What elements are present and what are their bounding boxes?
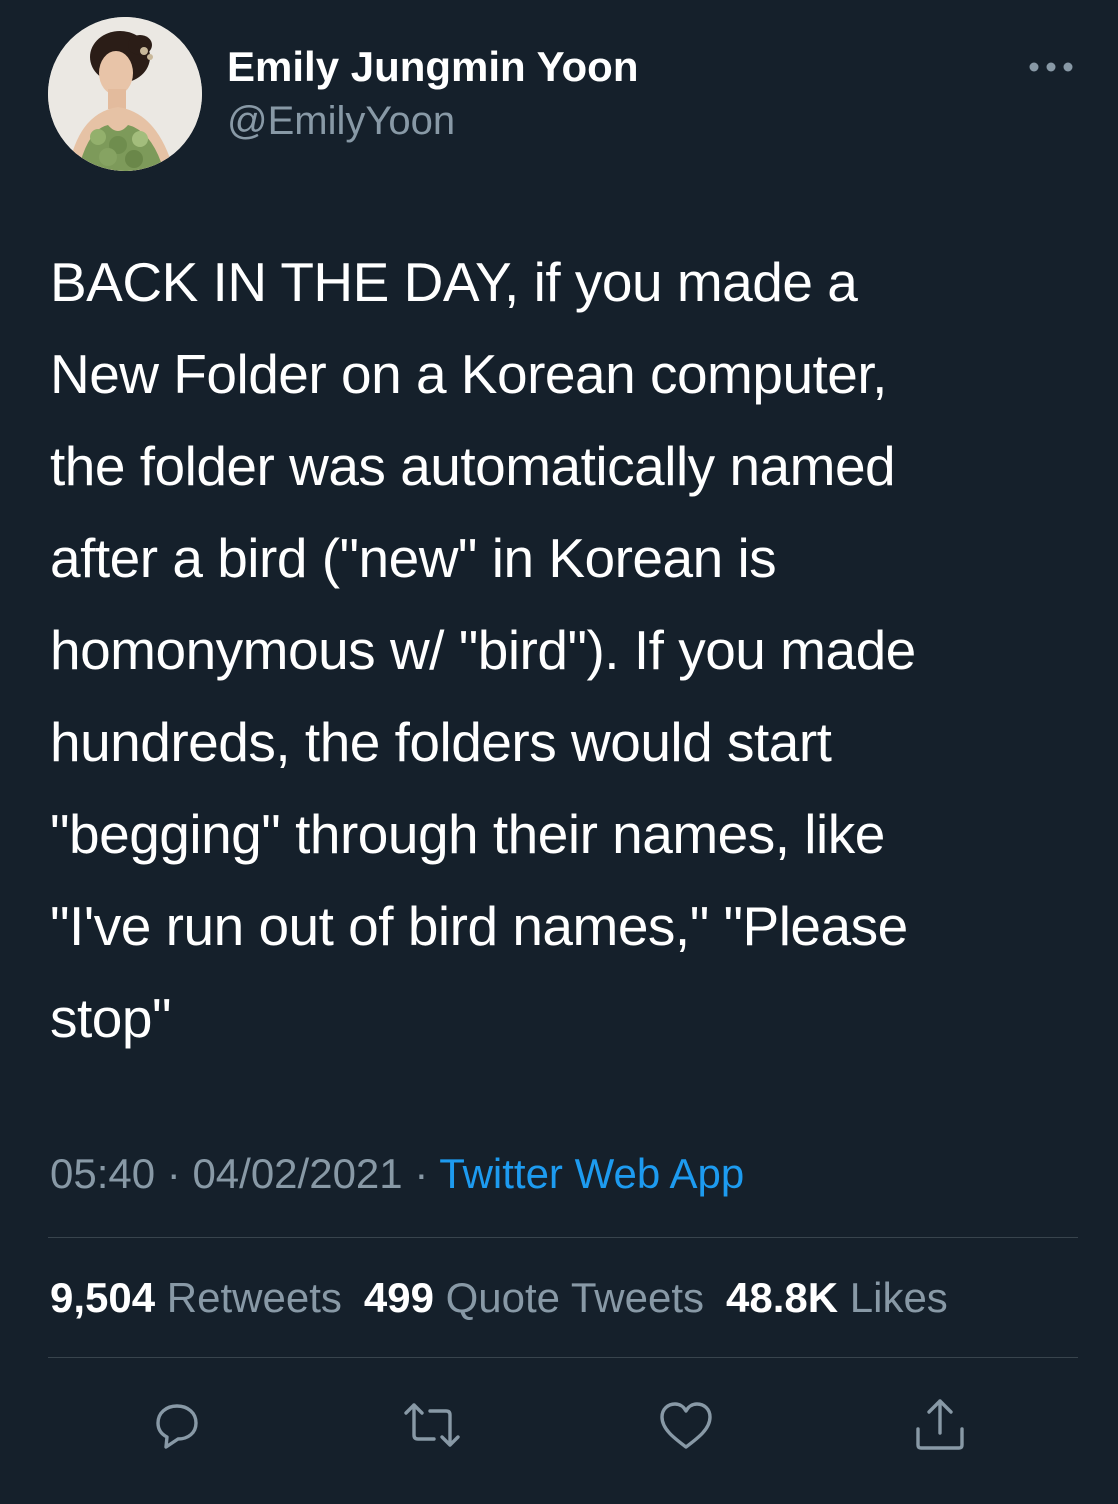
more-options-icon[interactable] (1026, 54, 1076, 80)
like-icon[interactable] (656, 1395, 716, 1455)
meta-separator: · (402, 1150, 440, 1197)
user-handle[interactable]: @EmilyYoon (227, 97, 455, 145)
quote-tweets-label: Quote Tweets (445, 1274, 704, 1321)
tweet-stats: 9,504 Retweets 499 Quote Tweets 48.8K Like… (50, 1272, 970, 1324)
likes-count: 48.8K (726, 1274, 839, 1321)
likes-label: Likes (849, 1274, 948, 1321)
share-icon[interactable] (910, 1395, 970, 1455)
divider (48, 1357, 1078, 1358)
tweet-date: 04/02/2021 (192, 1150, 403, 1197)
avatar[interactable] (48, 17, 202, 171)
reply-icon[interactable] (146, 1395, 206, 1455)
retweets-label: Retweets (166, 1274, 342, 1321)
tweet-meta: 05:40 · 04/02/2021 · Twitter Web App (50, 1148, 744, 1200)
retweets-count: 9,504 (50, 1274, 156, 1321)
retweet-icon[interactable] (402, 1395, 462, 1455)
tweet-time: 05:40 (50, 1150, 156, 1197)
display-name[interactable]: Emily Jungmin Yoon (227, 42, 639, 92)
quote-tweets-stat[interactable]: 499 Quote Tweets (364, 1272, 704, 1324)
tweet-source-link[interactable]: Twitter Web App (439, 1150, 744, 1197)
divider (48, 1237, 1078, 1238)
tweet-text: BACK IN THE DAY, if you made a New Folde… (50, 251, 916, 1049)
meta-separator: · (155, 1150, 193, 1197)
retweets-stat[interactable]: 9,504 Retweets (50, 1272, 342, 1324)
likes-stat[interactable]: 48.8K Likes (726, 1272, 948, 1324)
tweet-detail: Emily Jungmin Yoon @EmilyYoon BACK IN TH… (0, 0, 1118, 1504)
quote-tweets-count: 499 (363, 1274, 434, 1321)
action-bar (0, 1395, 1118, 1455)
profile-photo (48, 17, 202, 171)
